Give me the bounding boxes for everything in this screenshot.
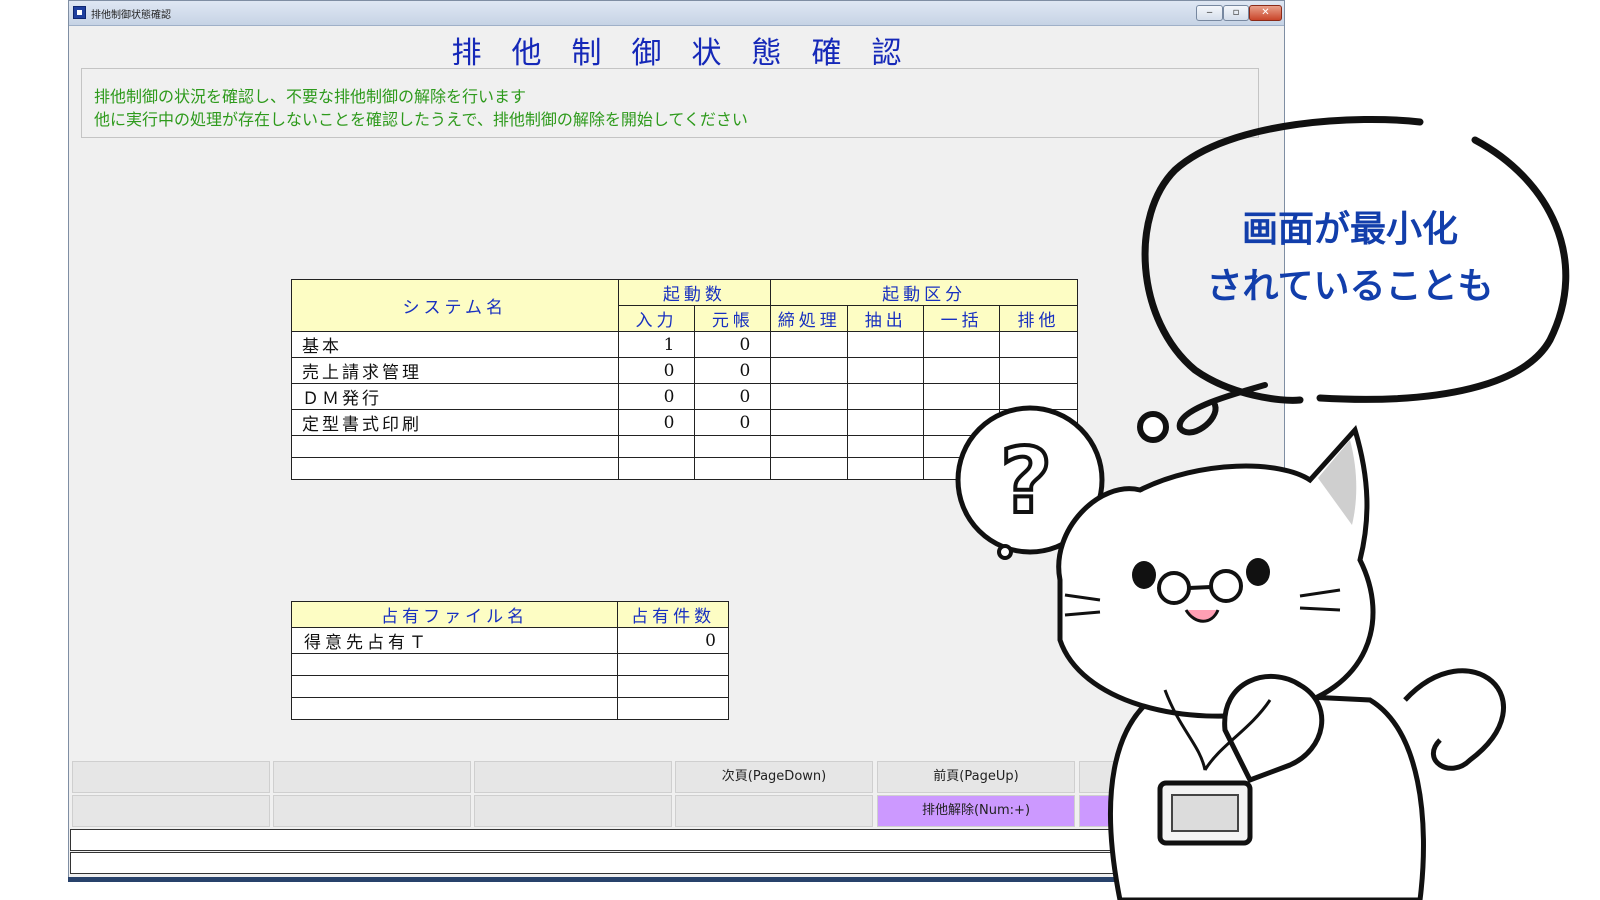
header-occupied-count: 占有件数 <box>617 601 729 628</box>
file-name-cell: 得意先占有Ｔ <box>290 627 619 654</box>
ledger-count-cell: 0 <box>694 383 772 410</box>
ledger-count-cell <box>694 457 772 480</box>
function-key-3[interactable] <box>474 761 672 793</box>
system-name-cell: 定型書式印刷 <box>291 409 619 436</box>
message-line-2: 他に実行中の処理が存在しないことを確認したうえで、排他制御の解除を開始してくださ… <box>94 110 748 129</box>
function-key-7[interactable] <box>72 795 270 827</box>
system-name-cell: 基本 <box>291 331 619 358</box>
minimize-button[interactable]: ‒ <box>1196 5 1223 21</box>
header-launch-count: 起動数 <box>617 279 772 306</box>
input-count-cell: 1 <box>617 331 696 358</box>
occupied-count-cell <box>617 697 729 720</box>
extract-cell <box>847 435 925 458</box>
maximize-button[interactable]: ▫ <box>1223 5 1249 21</box>
file-name-cell <box>290 697 619 720</box>
system-name-cell <box>291 435 619 458</box>
system-name-cell: 売上請求管理 <box>291 357 619 384</box>
closing-cell <box>770 357 849 384</box>
bubble-text-line-1: 画面が最小化 <box>1241 209 1458 250</box>
window-title: 排他制御状態確認 <box>91 10 171 21</box>
ledger-count-cell: 0 <box>694 357 772 384</box>
file-name-cell <box>290 653 619 676</box>
title-bar[interactable]: 排他制御状態確認 ‒ ▫ ✕ <box>69 1 1284 26</box>
header-ledger: 元帳 <box>694 305 772 332</box>
closing-cell <box>770 457 849 480</box>
header-launch-type: 起動区分 <box>770 279 1078 306</box>
input-count-cell <box>617 435 696 458</box>
ledger-count-cell: 0 <box>694 331 772 358</box>
question-bubble-dot <box>997 544 1013 560</box>
header-batch: 一括 <box>923 305 1001 332</box>
next-page-button[interactable]: 次頁(PageDown) <box>675 761 873 793</box>
table-row[interactable]: 得意先占有Ｔ 0 <box>290 627 729 654</box>
exclusive-cell <box>999 357 1078 384</box>
batch-cell <box>923 357 1001 384</box>
table-row[interactable] <box>290 675 729 698</box>
closing-cell <box>770 409 849 436</box>
page-title: 排他制御状態確認 <box>451 36 932 71</box>
message-line-1: 排他制御の状況を確認し、不要な排他制御の解除を行います <box>94 87 527 106</box>
closing-cell <box>770 383 849 410</box>
occupied-count-cell <box>617 653 729 676</box>
batch-cell <box>923 331 1001 358</box>
cat-tail <box>1403 668 1506 771</box>
input-count-cell <box>617 457 696 480</box>
cat-character: ? <box>955 405 1506 900</box>
bubble-text-line-2: されていることも <box>1206 266 1494 307</box>
function-key-10[interactable] <box>675 795 873 827</box>
system-name-cell: ＤＭ発行 <box>291 383 619 410</box>
occupied-count-cell <box>617 675 729 698</box>
close-button[interactable]: ✕ <box>1249 5 1282 21</box>
app-icon <box>73 6 86 19</box>
extract-cell <box>847 331 925 358</box>
closing-cell <box>770 331 849 358</box>
closing-cell <box>770 435 849 458</box>
extract-cell <box>847 457 925 480</box>
ledger-count-cell <box>694 435 772 458</box>
cat-glasses-bridge <box>1188 585 1212 590</box>
extract-cell <box>847 357 925 384</box>
ledger-count-cell: 0 <box>694 409 772 436</box>
header-exclusive: 排他 <box>999 305 1078 332</box>
table-row[interactable] <box>290 653 729 676</box>
function-key-9[interactable] <box>474 795 672 827</box>
cat-left-eye <box>1132 561 1156 589</box>
extract-cell <box>847 383 925 410</box>
occupied-count-cell: 0 <box>617 627 729 654</box>
table-row[interactable]: 売上請求管理 0 0 <box>291 357 1078 384</box>
exclusive-cell <box>999 331 1078 358</box>
header-closing: 締処理 <box>770 305 849 332</box>
table-row[interactable]: 基本 1 0 <box>291 331 1078 358</box>
input-count-cell: 0 <box>617 357 696 384</box>
input-count-cell: 0 <box>617 409 696 436</box>
question-mark-icon: ? <box>1000 429 1052 534</box>
header-input: 入力 <box>617 305 696 332</box>
function-key-2[interactable] <box>273 761 471 793</box>
file-name-cell <box>290 675 619 698</box>
header-file-name: 占有ファイル名 <box>290 601 619 628</box>
id-badge-window <box>1171 794 1239 832</box>
occupied-file-table: 占有ファイル名 占有件数 得意先占有Ｔ 0 <box>290 601 729 720</box>
function-key-8[interactable] <box>273 795 471 827</box>
bubble-outline-left <box>1141 115 1424 404</box>
input-count-cell: 0 <box>617 383 696 410</box>
table-row[interactable] <box>290 697 729 720</box>
cat-right-eye <box>1246 558 1270 586</box>
system-name-cell <box>291 457 619 480</box>
header-system-name: システム名 <box>291 279 619 332</box>
extract-cell <box>847 409 925 436</box>
header-extract: 抽出 <box>847 305 925 332</box>
function-key-1[interactable] <box>72 761 270 793</box>
message-box: 排他制御の状況を確認し、不要な排他制御の解除を行います 他に実行中の処理が存在し… <box>81 68 1259 138</box>
